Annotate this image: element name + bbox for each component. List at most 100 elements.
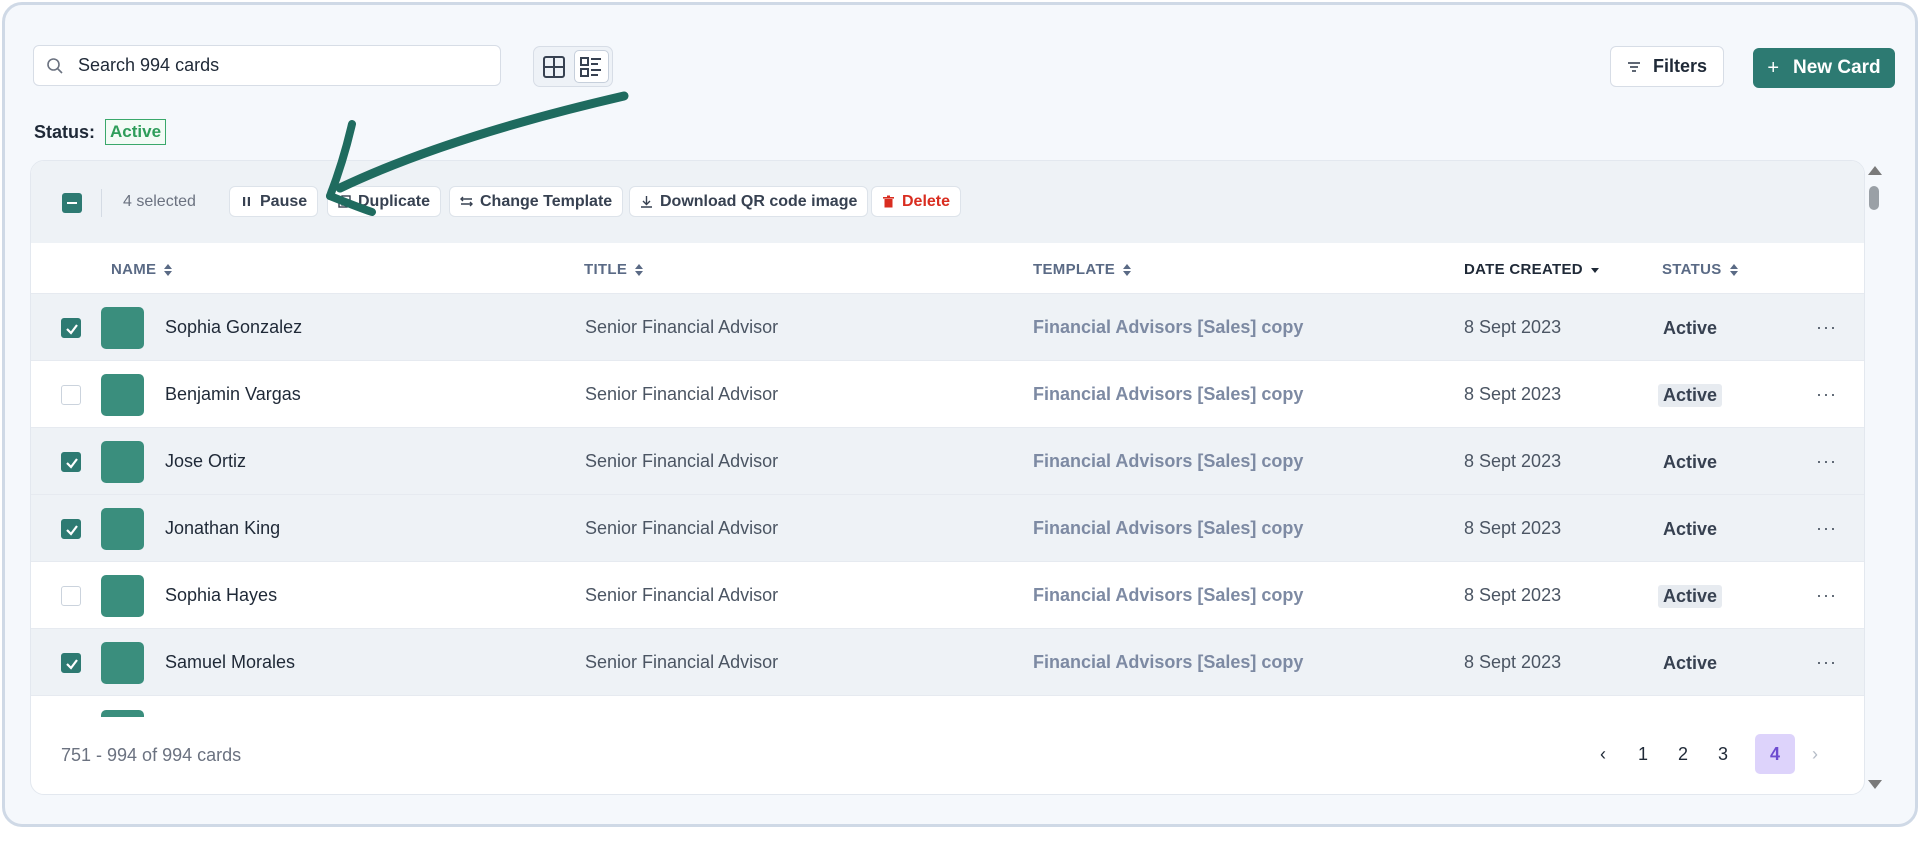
card-name[interactable]: Jonathan King — [165, 518, 280, 539]
check-icon — [66, 458, 78, 469]
more-options-icon[interactable]: ··· — [1816, 317, 1837, 338]
list-view-button[interactable] — [573, 50, 609, 83]
card-date-created: 8 Sept 2023 — [1464, 384, 1562, 404]
table-row[interactable]: Benjamin Vargas Senior Financial Advisor F… — [31, 361, 1864, 428]
more-options-icon[interactable]: ··· — [1816, 585, 1837, 606]
card-title: Senior Financial Advisor — [585, 652, 779, 672]
delete-label: Delete — [902, 192, 951, 210]
row-checkbox[interactable] — [61, 586, 81, 606]
sort-icon — [635, 263, 644, 276]
page-2-button[interactable]: 2 — [1663, 734, 1703, 774]
card-template[interactable]: Financial Advisors [Sales] copy — [1033, 518, 1303, 539]
column-label: TEMPLATE — [1033, 261, 1116, 278]
card-template[interactable]: Financial Advisors [Sales] copy — [1033, 585, 1303, 606]
scroll-down-arrow[interactable] — [1868, 780, 1882, 789]
more-options-icon[interactable]: ··· — [1816, 652, 1837, 673]
duplicate-label: Duplicate — [358, 192, 431, 210]
duplicate-button[interactable]: Duplicate — [327, 186, 442, 217]
new-card-button[interactable]: + New Card — [1753, 48, 1895, 88]
cards-table-panel: 4 selected Pause Duplicate Change Templa… — [30, 160, 1865, 795]
column-header-template[interactable]: TEMPLATE — [1033, 261, 1132, 278]
column-label: NAME — [111, 261, 157, 278]
status-badge: Active — [1663, 653, 1718, 673]
scroll-thumb[interactable] — [1869, 186, 1879, 210]
change-template-label: Change Template — [480, 192, 613, 210]
card-date-created: 8 Sept 2023 — [1464, 518, 1562, 538]
page-4-button[interactable]: 4 — [1755, 734, 1795, 774]
table-row[interactable]: Jose Ortiz Senior Financial Advisor Financ… — [31, 428, 1864, 495]
table-row[interactable]: Samuel Morales Senior Financial Advisor Fi… — [31, 629, 1864, 696]
grid-icon — [543, 55, 566, 78]
card-name[interactable]: Sophia Gonzalez — [165, 317, 302, 338]
column-header-title[interactable]: TITLE — [584, 261, 644, 278]
search-icon — [47, 57, 63, 74]
column-header-status[interactable]: STATUS — [1662, 261, 1738, 278]
column-label: TITLE — [584, 261, 628, 278]
download-qr-label: Download QR code image — [660, 192, 858, 210]
card-template[interactable]: Financial Advisors [Sales] copy — [1033, 652, 1303, 673]
page-3-button[interactable]: 3 — [1703, 734, 1743, 774]
column-header-date-created[interactable]: DATE CREATED — [1464, 261, 1599, 278]
row-checkbox[interactable] — [61, 318, 81, 338]
table-row[interactable]: Jonathan King Senior Financial Advisor Fin… — [31, 495, 1864, 562]
card-template[interactable]: Financial Advisors [Sales] copy — [1033, 317, 1303, 338]
search-box[interactable] — [33, 45, 501, 86]
card-name[interactable]: Jose Ortiz — [165, 451, 246, 472]
delete-button[interactable]: Delete — [871, 186, 962, 217]
row-checkbox[interactable] — [61, 519, 81, 539]
selected-count: 4 selected — [123, 193, 196, 210]
scroll-up-arrow[interactable] — [1868, 166, 1882, 175]
sort-icon — [1123, 263, 1132, 276]
card-name[interactable]: Sophia Hayes — [165, 585, 277, 606]
card-template[interactable]: Financial Advisors [Sales] copy — [1033, 451, 1303, 472]
card-name[interactable]: Samuel Morales — [165, 652, 295, 673]
grid-view-button[interactable] — [537, 50, 572, 83]
column-header-name[interactable]: NAME — [111, 261, 173, 278]
row-checkbox[interactable] — [61, 385, 81, 405]
select-all-checkbox[interactable] — [62, 193, 82, 213]
row-checkbox[interactable] — [61, 653, 81, 673]
status-badge: Active — [1658, 384, 1723, 407]
change-template-button[interactable]: Change Template — [449, 186, 624, 217]
card-title: Senior Financial Advisor — [585, 317, 779, 337]
sort-icon — [164, 263, 173, 276]
avatar — [101, 441, 144, 483]
status-filter: Status: Active — [34, 119, 167, 145]
card-title: Senior Financial Advisor — [585, 384, 779, 404]
card-title: Senior Financial Advisor — [585, 518, 779, 538]
card-name[interactable]: Benjamin Vargas — [165, 384, 301, 405]
sort-desc-icon — [1590, 267, 1599, 273]
avatar — [101, 642, 144, 684]
status-filter-label: Status: — [34, 121, 96, 142]
download-icon — [641, 196, 652, 208]
card-date-created: 8 Sept 2023 — [1464, 451, 1562, 471]
table-row[interactable]: Sophia Hayes Senior Financial Advisor Fina… — [31, 562, 1864, 629]
table-row[interactable]: Sophia Gonzalez Senior Financial Advisor F… — [31, 294, 1864, 361]
search-input[interactable] — [78, 55, 458, 76]
prev-page-button[interactable]: ‹ — [1583, 734, 1623, 774]
card-template[interactable]: Financial Advisors [Sales] copy — [1033, 384, 1303, 405]
pause-button[interactable]: Pause — [229, 186, 319, 217]
status-badge: Active — [1663, 519, 1718, 539]
more-options-icon[interactable]: ··· — [1816, 451, 1837, 472]
more-options-icon[interactable]: ··· — [1816, 384, 1837, 405]
card-date-created: 8 Sept 2023 — [1464, 585, 1562, 605]
filters-button[interactable]: Filters — [1610, 46, 1724, 87]
copy-icon — [338, 195, 351, 208]
scrollbar[interactable] — [1866, 160, 1882, 795]
row-checkbox[interactable] — [61, 452, 81, 472]
filter-icon — [1627, 61, 1640, 72]
page-1-button[interactable]: 1 — [1623, 734, 1663, 774]
plus-icon: + — [1767, 56, 1780, 79]
next-page-button[interactable]: › — [1795, 734, 1835, 774]
more-options-icon[interactable]: ··· — [1816, 518, 1837, 539]
download-qr-button[interactable]: Download QR code image — [629, 186, 869, 217]
avatar — [101, 508, 144, 550]
status-filter-chip[interactable]: Active — [105, 119, 167, 145]
status-badge: Active — [1663, 318, 1718, 338]
swap-icon — [460, 196, 473, 207]
pause-label: Pause — [260, 192, 308, 210]
divider — [101, 189, 102, 217]
card-date-created: 8 Sept 2023 — [1464, 652, 1562, 672]
check-icon — [66, 324, 78, 335]
